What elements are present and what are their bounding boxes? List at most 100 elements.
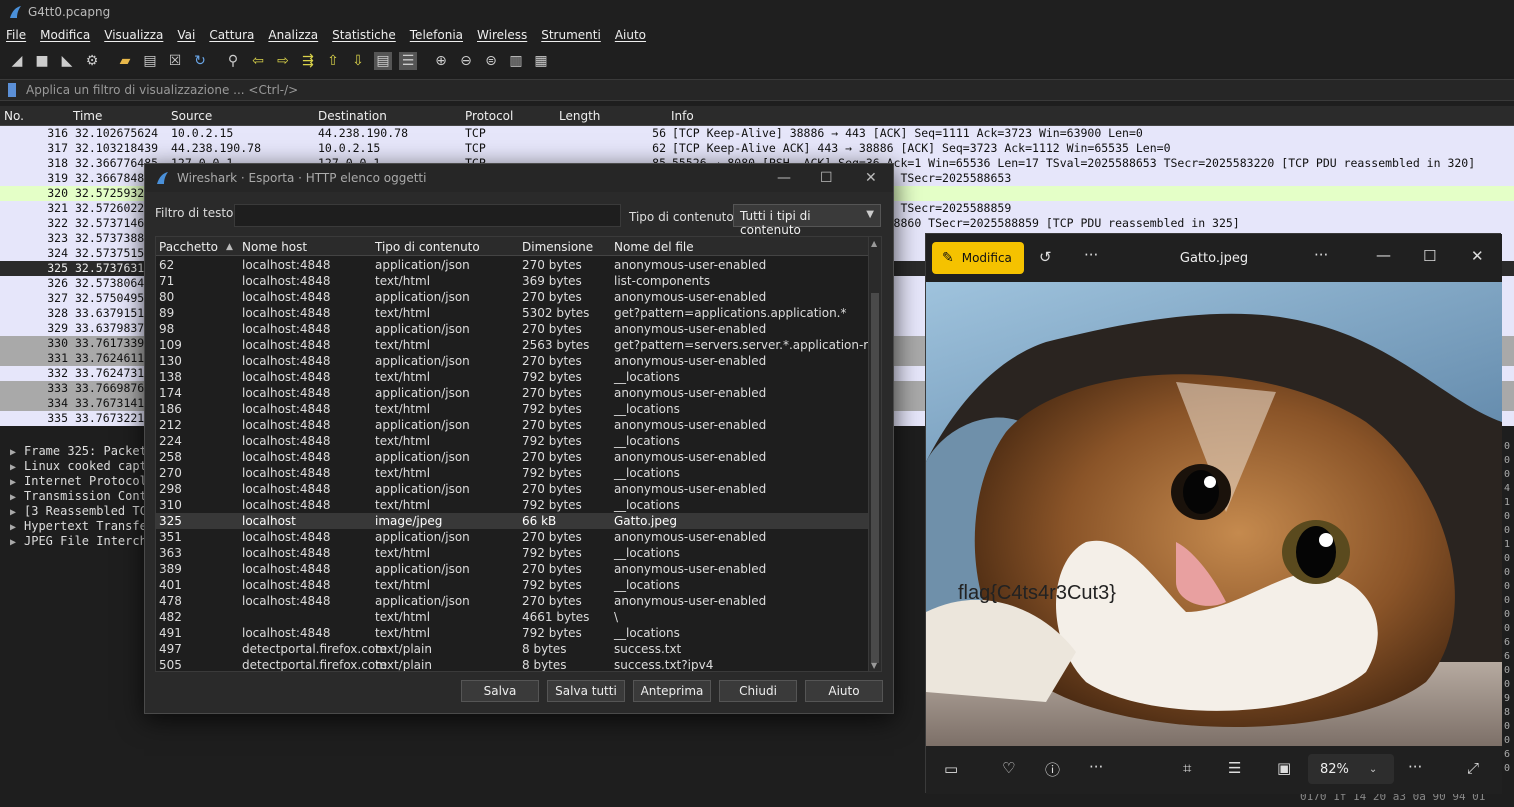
zoom-select[interactable]: 82% ⌄ — [1308, 754, 1394, 784]
visual-search-icon[interactable]: ⌗ — [1183, 759, 1191, 777]
object-row[interactable]: 71 localhost:4848 text/html 369 bytes list-c… — [156, 273, 869, 289]
help-button[interactable]: Aiuto — [805, 680, 883, 702]
menu-file[interactable]: File — [6, 28, 26, 42]
goto-packet-icon[interactable]: ⇶ — [299, 52, 317, 70]
menu-cattura[interactable]: Cattura — [209, 28, 254, 42]
close-icon[interactable]: ✕ — [1471, 247, 1484, 265]
favorite-heart-icon[interactable]: ♡ — [1002, 759, 1015, 777]
colorize-icon[interactable]: ☰ — [399, 52, 417, 70]
menu-visualizza[interactable]: Visualizza — [104, 28, 163, 42]
scroll-up-icon[interactable]: ▲ — [871, 239, 877, 248]
expand-arrow-icon[interactable]: ▶ — [10, 462, 24, 473]
object-row[interactable]: 298 localhost:4848 application/json 270 byt… — [156, 481, 869, 497]
object-row[interactable]: 258 localhost:4848 application/json 270 byt… — [156, 449, 869, 465]
open-folder-icon[interactable]: ▰ — [116, 52, 134, 70]
object-row[interactable]: 186 localhost:4848 text/html 792 bytes __loc… — [156, 401, 869, 417]
object-row[interactable]: 62 localhost:4848 application/json 270 byte… — [156, 257, 869, 273]
expand-arrow-icon[interactable]: ▶ — [10, 507, 24, 518]
display-filter-input[interactable]: Applica un filtro di visualizzazione ...… — [26, 83, 298, 97]
col-no[interactable]: No. — [4, 109, 24, 123]
col-length[interactable]: Length — [559, 109, 600, 123]
object-row[interactable]: 325 localhost image/jpeg 66 kB Gatto.jpeg — [156, 513, 869, 529]
display-filter-bar[interactable]: Applica un filtro di visualizzazione ...… — [0, 79, 1514, 101]
zoom-out-icon[interactable]: ⊖ — [457, 52, 475, 70]
object-row[interactable]: 138 localhost:4848 text/html 792 bytes __loc… — [156, 369, 869, 385]
object-row[interactable]: 270 localhost:4848 text/html 792 bytes __loc… — [156, 465, 869, 481]
save-all-button[interactable]: Salva tutti — [547, 680, 625, 702]
minimize-icon[interactable]: — — [777, 170, 791, 186]
detail-tree-item[interactable]: ▶ Linux cooked capt — [10, 459, 147, 473]
detail-tree-item[interactable]: ▶ JPEG File Interch — [10, 534, 147, 548]
object-row[interactable]: 80 localhost:4848 application/json 270 byte… — [156, 289, 869, 305]
screenshot-icon[interactable]: ▣ — [1277, 759, 1291, 777]
bookmark-icon[interactable] — [8, 83, 16, 97]
object-row[interactable]: 212 localhost:4848 application/json 270 byt… — [156, 417, 869, 433]
shark-fin-start-icon[interactable]: ◢ — [8, 52, 26, 70]
maximize-icon[interactable]: ☐ — [820, 170, 833, 186]
detail-tree-item[interactable]: ▶ Internet Protocol — [10, 474, 147, 488]
info-icon[interactable]: ⓘ — [1045, 759, 1060, 780]
reload-icon[interactable]: ↻ — [191, 52, 209, 70]
detail-tree-item[interactable]: ▶ Frame 325: Packet — [10, 444, 147, 458]
fullscreen-icon[interactable]: ⤢ — [1467, 759, 1479, 777]
expand-arrow-icon[interactable]: ▶ — [10, 537, 24, 548]
object-row[interactable]: 505 detectportal.firefox.com text/plain 8 b… — [156, 657, 869, 671]
filmstrip-icon[interactable]: ▭ — [944, 760, 958, 778]
object-row[interactable]: 497 detectportal.firefox.com text/plain 8 b… — [156, 641, 869, 657]
object-row[interactable]: 363 localhost:4848 text/html 792 bytes __loc… — [156, 545, 869, 561]
menu-analizza[interactable]: Analizza — [268, 28, 318, 42]
menu-statistiche[interactable]: Statistiche — [332, 28, 396, 42]
close-file-icon[interactable]: ☒ — [166, 52, 184, 70]
autoscroll-icon[interactable]: ▤ — [374, 52, 392, 70]
layout-icon[interactable]: ▦ — [532, 52, 550, 70]
expand-arrow-icon[interactable]: ▶ — [10, 522, 24, 533]
col-time[interactable]: Time — [73, 109, 102, 123]
options-gear-icon[interactable]: ⚙ — [83, 52, 101, 70]
maximize-icon[interactable]: ☐ — [1423, 247, 1436, 265]
last-packet-icon[interactable]: ⇩ — [349, 52, 367, 70]
detail-tree-item[interactable]: ▶ [3 Reassembled TC — [10, 504, 147, 518]
first-packet-icon[interactable]: ⇧ — [324, 52, 342, 70]
close-icon[interactable]: ✕ — [865, 170, 877, 186]
stop-icon[interactable]: ■ — [33, 52, 51, 70]
col-protocol[interactable]: Protocol — [465, 109, 513, 123]
packet-row[interactable]: 316 32.102675624 10.0.2.15 44.238.190.78 TCP… — [0, 126, 1514, 141]
object-row[interactable]: 109 localhost:4848 text/html 2563 bytes get?… — [156, 337, 881, 353]
objects-table[interactable]: Pacchetto ▲ Nome host Tipo di contenuto … — [155, 236, 882, 672]
object-row[interactable]: 491 localhost:4848 text/html 792 bytes __loc… — [156, 625, 869, 641]
menu-modifica[interactable]: Modifica — [40, 28, 90, 42]
close-button[interactable]: Chiudi — [719, 680, 797, 702]
content-type-select[interactable]: Tutti i tipi di contenuto ▼ — [733, 204, 881, 237]
zoom-in-icon[interactable]: ⊕ — [432, 52, 450, 70]
object-row[interactable]: 401 localhost:4848 text/html 792 bytes __loc… — [156, 577, 869, 593]
object-row[interactable]: 482 text/html 4661 bytes \ — [156, 609, 869, 625]
object-row[interactable]: 351 localhost:4848 application/json 270 byt… — [156, 529, 869, 545]
more-menu-icon[interactable]: ··· — [1408, 758, 1422, 776]
more-menu-icon[interactable]: ··· — [1314, 246, 1328, 264]
col-tipo-contenuto[interactable]: Tipo di contenuto — [375, 240, 480, 254]
text-filter-input[interactable] — [234, 204, 621, 227]
col-source[interactable]: Source — [171, 109, 212, 123]
detail-tree-item[interactable]: ▶ Transmission Cont — [10, 489, 147, 503]
col-pacchetto[interactable]: Pacchetto — [159, 240, 218, 254]
object-row[interactable]: 98 localhost:4848 application/json 270 byte… — [156, 321, 869, 337]
object-row[interactable]: 478 localhost:4848 application/json 270 byt… — [156, 593, 869, 609]
menu-aiuto[interactable]: Aiuto — [615, 28, 646, 42]
object-row[interactable]: 224 localhost:4848 text/html 792 bytes __loc… — [156, 433, 869, 449]
col-nome-file[interactable]: Nome del file — [614, 240, 694, 254]
packet-row[interactable]: 317 32.103218439 44.238.190.78 10.0.2.15 TCP… — [0, 141, 1514, 156]
expand-arrow-icon[interactable]: ▶ — [10, 447, 24, 458]
col-nome-host[interactable]: Nome host — [242, 240, 307, 254]
menu-vai[interactable]: Vai — [177, 28, 195, 42]
object-row[interactable]: 389 localhost:4848 application/json 270 byt… — [156, 561, 869, 577]
find-icon[interactable]: ⚲ — [224, 52, 242, 70]
objects-scrollbar[interactable]: ▲ ▼ — [868, 237, 881, 671]
menu-strumenti[interactable]: Strumenti — [541, 28, 601, 42]
scroll-down-icon[interactable]: ▼ — [871, 661, 877, 670]
more-options-icon[interactable]: ··· — [1089, 758, 1103, 776]
col-info[interactable]: Info — [671, 109, 694, 123]
forward-arrow-icon[interactable]: ⇨ — [274, 52, 292, 70]
object-row[interactable]: 310 localhost:4848 text/html 792 bytes __loc… — [156, 497, 869, 513]
minimize-icon[interactable]: — — [1376, 246, 1391, 264]
expand-arrow-icon[interactable]: ▶ — [10, 492, 24, 503]
